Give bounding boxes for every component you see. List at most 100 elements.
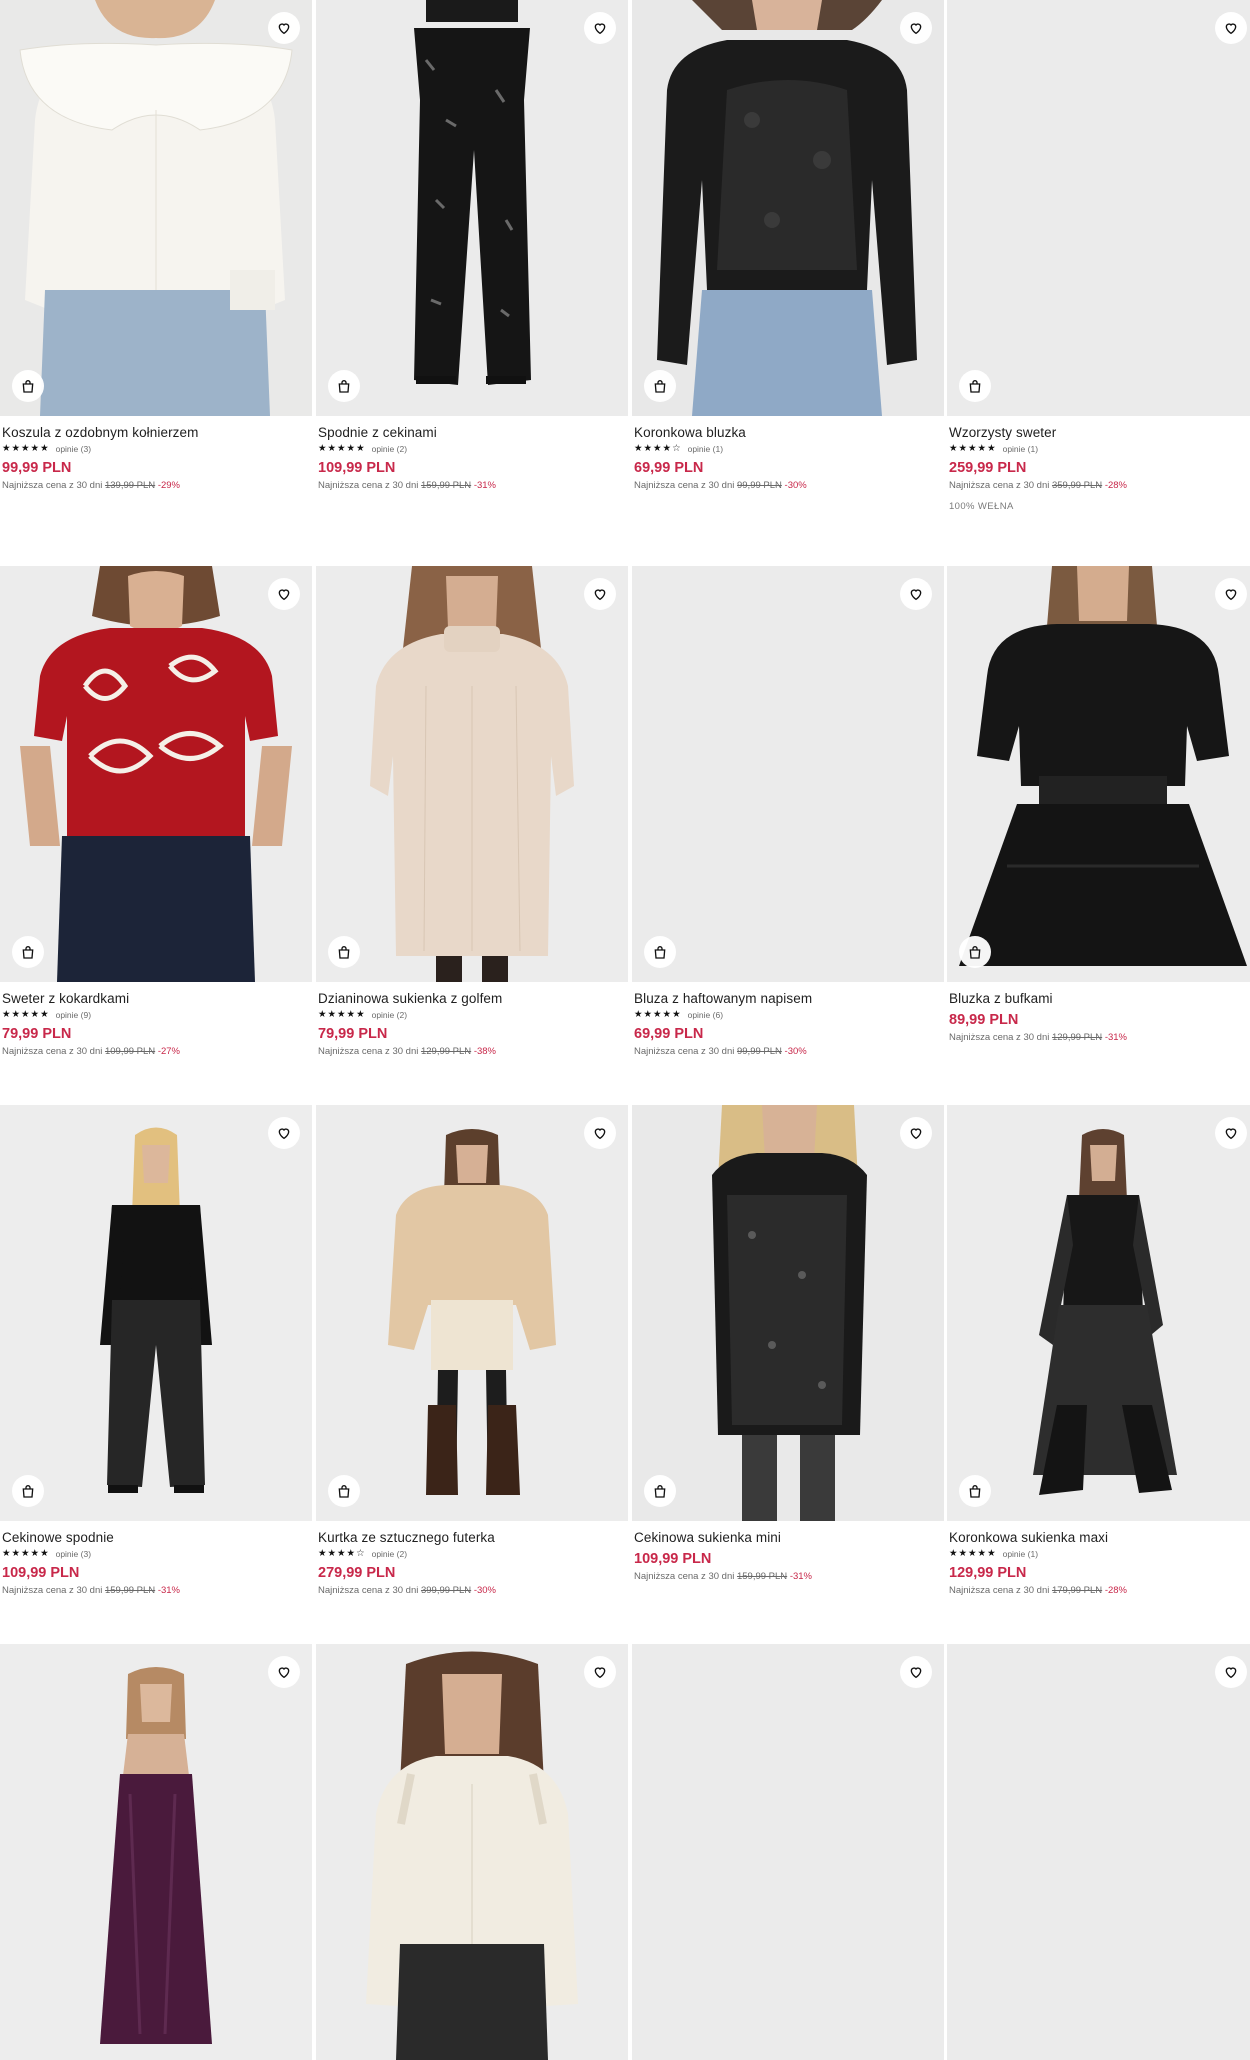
review-count[interactable]: opinie (3) <box>56 443 91 455</box>
favorite-button[interactable] <box>1215 1117 1247 1149</box>
add-to-cart-button[interactable] <box>644 370 676 402</box>
product-card[interactable]: Koronkowa sukienka maxi ★★★★★ opinie (1)… <box>947 1105 1250 1597</box>
material-badge: 100% WEŁNA <box>949 501 1014 512</box>
rating-stars: ★★★★★ <box>634 1009 682 1020</box>
product-card[interactable]: Bluza z haftowanym napisem ★★★★★ opinie … <box>632 566 944 1058</box>
product-rating: ★★★★★ opinie (3) <box>2 1548 310 1560</box>
add-to-cart-button[interactable] <box>959 1475 991 1507</box>
add-to-cart-button[interactable] <box>959 370 991 402</box>
add-to-cart-button[interactable] <box>12 1475 44 1507</box>
favorite-button[interactable] <box>900 12 932 44</box>
add-to-cart-button[interactable] <box>328 370 360 402</box>
favorite-button[interactable] <box>268 1656 300 1688</box>
old-price: 99,99 PLN <box>736 480 782 491</box>
rating-stars: ★★★★☆ <box>318 1548 366 1559</box>
add-to-cart-button[interactable] <box>12 370 44 402</box>
heart-icon <box>1225 1667 1237 1679</box>
product-card[interactable] <box>316 1644 628 2060</box>
product-rating: ★★★★☆ opinie (1) <box>634 443 942 455</box>
favorite-button[interactable] <box>900 1117 932 1149</box>
product-card[interactable]: Koronkowa bluzka ★★★★☆ opinie (1) 69,99 … <box>632 0 944 492</box>
review-count[interactable]: opinie (2) <box>372 1548 407 1560</box>
product-image[interactable] <box>947 0 1250 416</box>
product-name[interactable]: Spodnie z cekinami <box>318 424 626 441</box>
favorite-button[interactable] <box>900 1656 932 1688</box>
review-count[interactable]: opinie (1) <box>688 443 723 455</box>
favorite-button[interactable] <box>1215 578 1247 610</box>
add-to-cart-button[interactable] <box>328 1475 360 1507</box>
review-count[interactable]: opinie (6) <box>688 1009 723 1021</box>
product-card[interactable]: Cekinowe spodnie ★★★★★ opinie (3) 109,99… <box>0 1105 312 1597</box>
product-name[interactable]: Sweter z kokardkami <box>2 990 310 1007</box>
product-rating: ★★★★★ opinie (2) <box>318 1009 626 1021</box>
favorite-button[interactable] <box>268 12 300 44</box>
product-card[interactable]: Koszula z ozdobnym kołnierzem ★★★★★ opin… <box>0 0 312 492</box>
product-image[interactable] <box>632 1105 944 1521</box>
product-image[interactable] <box>947 1644 1250 2060</box>
product-image[interactable] <box>632 1644 944 2060</box>
add-to-cart-button[interactable] <box>959 936 991 968</box>
product-photo <box>632 0 944 416</box>
product-name[interactable]: Kurtka ze sztucznego futerka <box>318 1529 626 1546</box>
product-name[interactable]: Koronkowa sukienka maxi <box>949 1529 1250 1546</box>
lowest-price-info: Najniższa cena z 30 dni 99,99 PLN -30% <box>634 479 942 492</box>
favorite-button[interactable] <box>268 1117 300 1149</box>
shopping-bag-icon <box>338 380 350 393</box>
product-name[interactable]: Dzianinowa sukienka z golfem <box>318 990 626 1007</box>
product-image[interactable] <box>632 566 944 982</box>
product-name[interactable]: Koronkowa bluzka <box>634 424 942 441</box>
product-name[interactable]: Bluzka z bufkami <box>949 990 1250 1007</box>
product-name[interactable]: Bluza z haftowanym napisem <box>634 990 942 1007</box>
product-image[interactable] <box>947 1105 1250 1521</box>
product-image[interactable] <box>0 566 312 982</box>
product-card[interactable]: Kurtka ze sztucznego futerka ★★★★☆ opini… <box>316 1105 628 1597</box>
favorite-button[interactable] <box>584 578 616 610</box>
review-count[interactable]: opinie (2) <box>372 443 407 455</box>
product-name[interactable]: Cekinowa sukienka mini <box>634 1529 942 1546</box>
favorite-button[interactable] <box>584 1656 616 1688</box>
review-count[interactable]: opinie (1) <box>1003 1548 1038 1560</box>
add-to-cart-button[interactable] <box>644 1475 676 1507</box>
review-count[interactable]: opinie (2) <box>372 1009 407 1021</box>
shopping-bag-icon <box>22 946 34 959</box>
favorite-button[interactable] <box>1215 12 1247 44</box>
product-image[interactable] <box>316 1644 628 2060</box>
favorite-button[interactable] <box>900 578 932 610</box>
product-card[interactable] <box>0 1644 312 2060</box>
product-image[interactable] <box>632 0 944 416</box>
product-card[interactable]: Wzorzysty sweter ★★★★★ opinie (1) 259,99… <box>947 0 1250 512</box>
product-card[interactable]: Dzianinowa sukienka z golfem ★★★★★ opini… <box>316 566 628 1058</box>
product-name[interactable]: Wzorzysty sweter <box>949 424 1250 441</box>
product-image[interactable] <box>316 566 628 982</box>
favorite-button[interactable] <box>1215 1656 1247 1688</box>
product-card[interactable] <box>632 1644 944 2060</box>
add-to-cart-button[interactable] <box>12 936 44 968</box>
product-image[interactable] <box>316 1105 628 1521</box>
product-image[interactable] <box>0 1644 312 2060</box>
product-card[interactable]: Cekinowa sukienka mini 109,99 PLN Najniż… <box>632 1105 944 1583</box>
favorite-button[interactable] <box>584 12 616 44</box>
old-price: 179,99 PLN <box>1051 1585 1103 1596</box>
product-card[interactable]: Spodnie z cekinami ★★★★★ opinie (2) 109,… <box>316 0 628 492</box>
product-image[interactable] <box>0 1105 312 1521</box>
lowest-price-info: Najniższa cena z 30 dni 399,99 PLN -30% <box>318 1584 626 1597</box>
product-image[interactable] <box>947 566 1250 982</box>
product-name[interactable]: Koszula z ozdobnym kołnierzem <box>2 424 310 441</box>
product-image[interactable] <box>316 0 628 416</box>
product-card[interactable]: Bluzka z bufkami 89,99 PLN Najniższa cen… <box>947 566 1250 1044</box>
add-to-cart-button[interactable] <box>328 936 360 968</box>
review-count[interactable]: opinie (1) <box>1003 443 1038 455</box>
product-card[interactable] <box>947 1644 1250 2060</box>
review-count[interactable]: opinie (9) <box>56 1009 91 1021</box>
favorite-button[interactable] <box>584 1117 616 1149</box>
product-image[interactable] <box>0 0 312 416</box>
favorite-button[interactable] <box>268 578 300 610</box>
product-price: 79,99 PLN <box>318 1026 388 1042</box>
review-count[interactable]: opinie (3) <box>56 1548 91 1560</box>
add-to-cart-button[interactable] <box>644 936 676 968</box>
product-photo <box>0 0 312 416</box>
product-name[interactable]: Cekinowe spodnie <box>2 1529 310 1546</box>
product-card[interactable]: Sweter z kokardkami ★★★★★ opinie (9) 79,… <box>0 566 312 1058</box>
lowest-price-label: Najniższa cena z 30 dni <box>318 1585 419 1596</box>
product-rating: ★★★★★ opinie (1) <box>949 1548 1250 1560</box>
